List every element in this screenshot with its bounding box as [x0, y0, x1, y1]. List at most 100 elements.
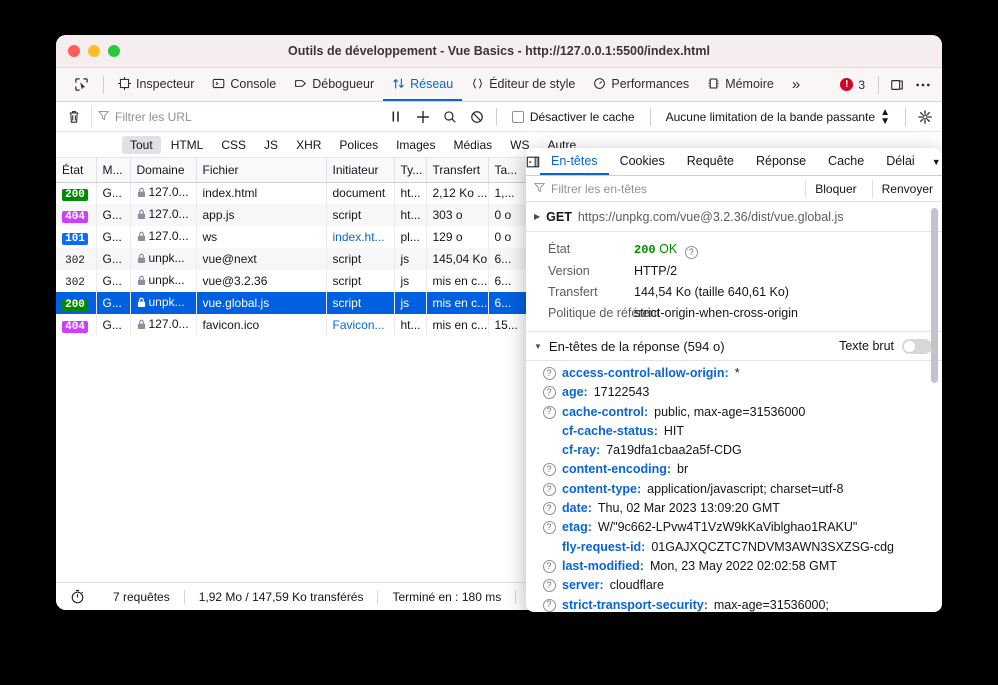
tab-editeur-de-style[interactable]: Éditeur de style [462, 68, 584, 101]
request-url: https://unpkg.com/vue@3.2.36/dist/vue.gl… [577, 209, 844, 224]
header-text: cf-cache-status: HIT [562, 422, 936, 441]
col-methode[interactable]: M... [96, 158, 131, 183]
col-type[interactable]: Ty... [394, 158, 427, 183]
toggle-switch[interactable] [902, 338, 932, 354]
col-fichier[interactable]: Fichier [196, 158, 327, 183]
response-headers-section-header[interactable]: ▼ En-têtes de la réponse (594 o) Texte b… [526, 332, 942, 361]
disable-cache-checkbox[interactable]: Désactiver le cache [502, 110, 645, 124]
tab-inspecteur[interactable]: Inspecteur [109, 68, 203, 101]
url-filter-input[interactable]: Filtrer les URL [91, 105, 383, 128]
expand-triangle-icon[interactable]: ▶ [534, 212, 540, 221]
table-row[interactable]: 302 G... unpk... vue@next script js 145,04 Ko 6… [56, 248, 526, 270]
cell-status: 302 [56, 248, 97, 270]
close-window-button[interactable] [68, 45, 80, 57]
details-tab-reponse[interactable]: Réponse [745, 148, 817, 175]
chevron-down-icon[interactable]: ▼ [926, 148, 942, 175]
header-help-slot [532, 441, 562, 444]
help-icon[interactable]: ? [542, 502, 556, 516]
table-row[interactable]: 302 G... unpk... vue@3.2.36 script js mis en c… [56, 270, 526, 292]
help-icon[interactable]: ? [542, 482, 556, 496]
resend-button[interactable]: Renvoyer [871, 179, 942, 198]
headers-filter-input[interactable]: Filtrer les en-têtes [551, 182, 799, 196]
collapse-triangle-icon[interactable]: ▼ [534, 342, 542, 351]
details-tab-delai[interactable]: Délai [875, 148, 926, 175]
request-url-row[interactable]: ▶ GET https://unpkg.com/vue@3.2.36/dist/… [526, 202, 942, 232]
cell-status: 200 [56, 292, 97, 314]
window-controls[interactable] [56, 45, 120, 57]
error-count-badge[interactable]: ! 3 [832, 78, 873, 92]
header-help-slot [532, 422, 562, 425]
tab-memoire[interactable]: Mémoire [698, 68, 783, 101]
details-tab-en-tetes[interactable]: En-têtes [540, 148, 609, 175]
col-transfert[interactable]: Transfert [426, 158, 489, 183]
split-pane-icon[interactable] [526, 148, 540, 175]
element-picker-icon[interactable] [68, 74, 94, 96]
tab-reseau[interactable]: Réseau [383, 68, 463, 101]
search-icon[interactable] [437, 105, 464, 129]
help-icon[interactable]: ? [684, 246, 698, 259]
col-etat[interactable]: État [56, 158, 97, 183]
header-row: ? strict-transport-security: max-age=31536… [526, 596, 942, 612]
type-filter-images[interactable]: Images [388, 136, 443, 154]
type-filter-html[interactable]: HTML [163, 136, 212, 154]
cell-status: 404 [56, 204, 97, 226]
type-filter-polices[interactable]: Polices [331, 136, 386, 154]
cell-file: vue@3.2.36 [196, 270, 327, 292]
gear-icon[interactable] [911, 105, 938, 129]
lock-icon [137, 319, 146, 333]
tab-console[interactable]: Console [203, 68, 285, 101]
type-filter-xhr[interactable]: XHR [288, 136, 329, 154]
trash-icon[interactable] [60, 105, 87, 129]
details-tab-cookies[interactable]: Cookies [609, 148, 676, 175]
type-filter-css[interactable]: CSS [213, 136, 254, 154]
col-initiateur[interactable]: Initiateur [326, 158, 395, 183]
help-icon[interactable]: ? [542, 463, 556, 477]
header-value: Thu, 02 Mar 2023 13:09:20 GMT [597, 501, 780, 516]
plus-icon[interactable] [410, 105, 437, 129]
net-toolbar-divider-3 [905, 107, 906, 126]
help-icon[interactable]: ? [542, 386, 556, 400]
summary-row-version: Version HTTP/2 [526, 261, 942, 282]
table-row[interactable]: 404 G... 127.0... app.js script ht... 303 o0 o [56, 204, 526, 226]
type-filter-tout[interactable]: Tout [122, 135, 161, 154]
pause-icon[interactable] [383, 105, 410, 129]
help-icon[interactable]: ? [542, 367, 556, 380]
header-row: fly-request-id: 01GAJXQCZTC7NDVM3AWN3SXZS… [526, 538, 942, 557]
header-help-slot: ? [532, 364, 562, 380]
type-filter-js[interactable]: JS [256, 136, 286, 154]
details-scroll-area[interactable]: ▶ GET https://unpkg.com/vue@3.2.36/dist/… [526, 202, 942, 612]
details-scrollbar[interactable] [931, 208, 938, 383]
memory-icon [707, 77, 720, 90]
table-row[interactable]: 200 G... 127.0... index.html document ht... 2,… [56, 182, 526, 204]
header-value: Mon, 23 May 2022 02:02:58 GMT [649, 558, 837, 573]
cell-method: G... [96, 292, 131, 314]
maximize-window-button[interactable] [108, 45, 120, 57]
help-icon[interactable]: ? [542, 521, 556, 535]
help-icon[interactable]: ? [542, 579, 556, 593]
minimize-window-button[interactable] [88, 45, 100, 57]
tab-debogueur[interactable]: Débogueur [285, 68, 383, 101]
details-tab-requete[interactable]: Requête [676, 148, 745, 175]
block-button[interactable]: Bloquer [805, 179, 865, 198]
header-help-slot: ? [532, 480, 562, 496]
throttling-select[interactable]: Aucune limitation de la bande passante ▲… [656, 107, 900, 126]
block-icon[interactable] [464, 105, 491, 129]
table-row[interactable]: 101 G... 127.0... ws index.ht... pl... 129 o0 … [56, 226, 526, 248]
dock-position-icon[interactable] [884, 73, 910, 97]
raw-text-toggle[interactable]: Texte brut [839, 338, 932, 354]
type-filter-medias[interactable]: Médias [445, 136, 500, 154]
cell-domain: 127.0... [130, 182, 197, 204]
more-tabs-icon[interactable]: » [783, 76, 807, 93]
help-icon[interactable]: ? [542, 598, 556, 612]
help-icon[interactable]: ? [542, 405, 556, 419]
cell-size: 6... [488, 248, 526, 270]
tab-performances[interactable]: Performances [584, 68, 698, 101]
help-icon[interactable]: ? [542, 559, 556, 573]
col-domaine[interactable]: Domaine [130, 158, 197, 183]
window-title: Outils de développement - Vue Basics - h… [288, 44, 710, 58]
col-taille[interactable]: Ta... [488, 158, 526, 183]
devtools-menu-icon[interactable] [910, 73, 936, 97]
details-tab-cache[interactable]: Cache [817, 148, 875, 175]
table-row[interactable]: 200 G... unpk... vue.global.js script js mis e… [56, 292, 526, 314]
table-row[interactable]: 404 G... 127.0... favicon.ico Favicon... ht..… [56, 314, 526, 336]
